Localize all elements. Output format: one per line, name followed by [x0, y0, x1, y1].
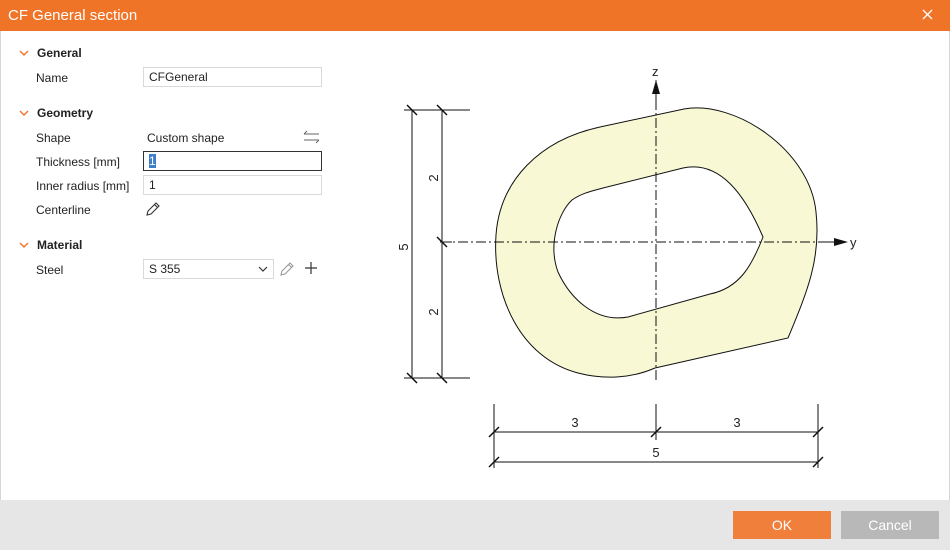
cancel-button[interactable]: Cancel [841, 511, 939, 539]
vertical-dimensions [404, 104, 470, 384]
dim-total-height: 5 [396, 243, 411, 250]
y-axis-label: y [850, 235, 857, 250]
dim-left-width: 3 [571, 415, 578, 430]
dim-upper-height: 2 [426, 174, 441, 181]
section-diagram: z y 5 2 2 3 3 5 [396, 64, 857, 468]
dim-lower-height: 2 [426, 308, 441, 315]
z-axis-label: z [652, 64, 659, 79]
dialog-footer: OK Cancel [0, 500, 950, 550]
dim-total-width: 5 [652, 445, 659, 460]
ok-button[interactable]: OK [733, 511, 831, 539]
dim-right-width: 3 [733, 415, 740, 430]
z-axis-arrow [652, 80, 660, 94]
y-axis-arrow [834, 238, 848, 246]
